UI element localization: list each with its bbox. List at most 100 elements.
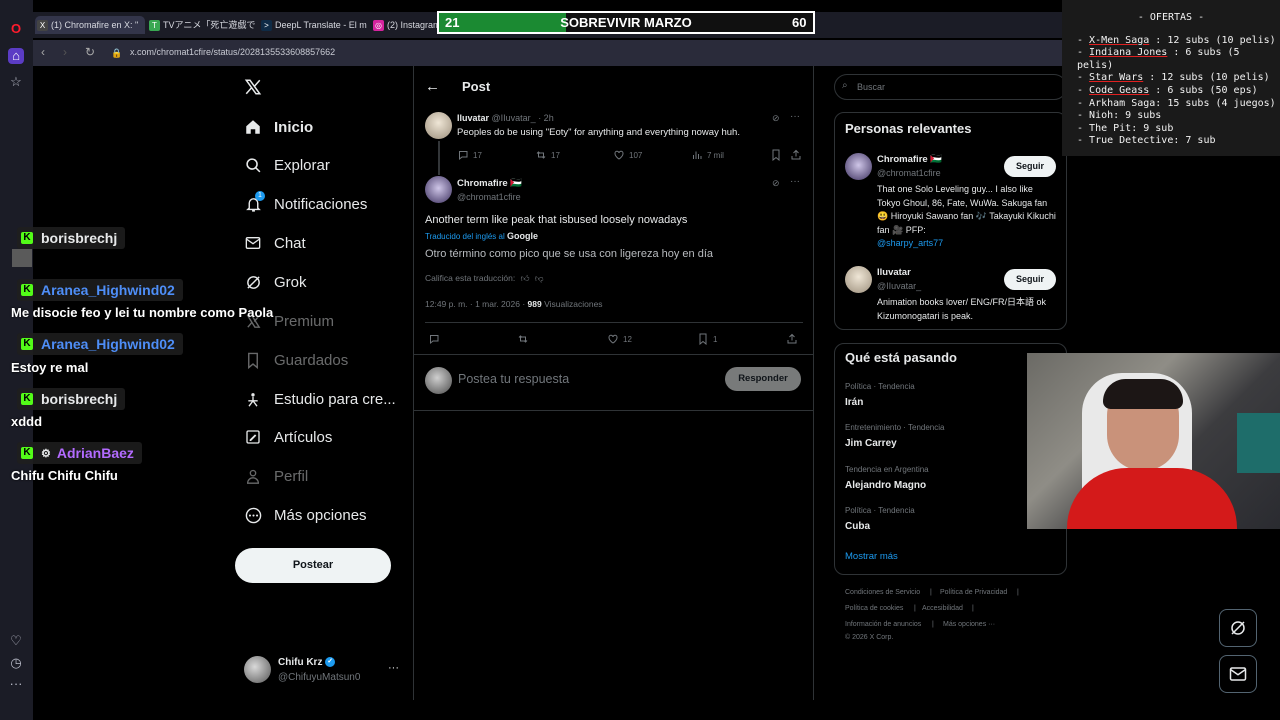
reply-input[interactable]: Postea tu respuesta [458, 372, 569, 386]
show-more-link[interactable]: Mostrar más [845, 551, 898, 562]
reply-count: 17 [473, 150, 482, 160]
like-action[interactable]: 12 [607, 333, 632, 345]
more-icon[interactable]: ··· [790, 111, 800, 122]
back-icon[interactable]: ‹ [41, 45, 45, 59]
footer-copyright: © 2026 X Corp. [845, 634, 894, 641]
notification-badge: 1 [255, 191, 265, 201]
offer-name: Arkham Saga [1089, 97, 1156, 109]
avatar[interactable] [845, 153, 872, 180]
offer-name: Nioh [1089, 110, 1114, 122]
account-menu-icon[interactable]: ··· [388, 662, 399, 674]
person-name[interactable]: Iluvatar [877, 267, 911, 278]
trend-item[interactable]: Política · Tendencia Irán [845, 382, 915, 408]
footer-link[interactable]: Condiciones de Servicio [845, 589, 920, 596]
footer-separator: | [1017, 589, 1019, 596]
opera-logo-icon[interactable]: O [8, 21, 24, 37]
nav-profile[interactable]: Perfil [244, 464, 308, 488]
search-box[interactable]: ⌕ Buscar [834, 74, 1067, 100]
translated-from-link[interactable]: Traducido del inglés al Google [425, 231, 538, 241]
avatar[interactable] [425, 112, 452, 139]
nav-label: Guardados [274, 351, 349, 369]
footer-link[interactable]: Información de anuncios [845, 621, 921, 628]
bio-link[interactable]: @sharpy_arts77 [877, 237, 1057, 251]
nav-label: Inicio [274, 118, 314, 136]
trend-item[interactable]: Política · Tendencia Cuba [845, 506, 915, 532]
author-name[interactable]: Iluvatar [457, 113, 489, 123]
timestamp[interactable]: 12:49 p. m. · 1 mar. 2026 · [425, 299, 525, 309]
divider [414, 354, 813, 355]
nav-label: Explorar [274, 156, 330, 174]
heart-icon[interactable]: ♡ [8, 633, 24, 649]
offer-name: Code Geass [1089, 84, 1150, 96]
pinboard-icon[interactable]: ☆ [8, 74, 24, 90]
offers-panel: - OFERTAS - - X-Men Saga : 12 subs (10 p… [1062, 0, 1280, 156]
views-action[interactable]: 7 mil [691, 149, 724, 161]
home-icon[interactable]: ⌂ [8, 48, 24, 64]
person-name[interactable]: Chromafire 🇵🇸 [877, 154, 942, 165]
avatar[interactable] [845, 266, 872, 293]
nav-home[interactable]: Inicio [244, 115, 313, 139]
avatar[interactable] [425, 176, 452, 203]
nav-notifications[interactable]: 1 Notificaciones [244, 191, 367, 216]
nav-chat[interactable]: Chat [244, 231, 306, 255]
like-action[interactable]: 107 [613, 149, 642, 161]
grok-icon [244, 273, 262, 291]
main-tweet-author[interactable]: Chromafire 🇵🇸 [457, 178, 522, 189]
bell-icon: 1 [244, 191, 265, 213]
footer-link[interactable]: Política de cookies [845, 605, 903, 612]
footer-link[interactable]: Política de Privacidad [940, 589, 1007, 596]
tab-label: DeepL Translate - El mejor [275, 20, 367, 30]
bookmark-action[interactable]: 1 [697, 333, 717, 345]
view-count: 989 [527, 299, 542, 309]
thumbs-down-icon[interactable]: 👎︎ [535, 273, 544, 283]
more-icon[interactable]: ··· [8, 676, 24, 692]
username-text: Aranea_Highwind02 [41, 336, 175, 352]
nav-articles[interactable]: Artículos [244, 425, 332, 449]
footer-link[interactable]: Más opciones ··· [943, 621, 995, 628]
chat-message: Me disocie feo y lei tu nombre como Paol… [11, 305, 274, 320]
reload-icon[interactable]: ↻ [85, 45, 95, 59]
x-logo-icon[interactable] [244, 78, 262, 101]
messages-fab[interactable] [1219, 655, 1257, 693]
tab-active[interactable]: X (1) Chromafire en X: " [35, 16, 145, 34]
nav-grok[interactable]: Grok [244, 270, 307, 294]
repost-action[interactable]: 17 [535, 149, 560, 161]
grok-icon[interactable]: ⊘ [772, 113, 780, 124]
grok-fab[interactable] [1219, 609, 1257, 647]
more-icon[interactable]: ··· [790, 176, 800, 187]
bookmark-action[interactable] [770, 149, 782, 161]
mail-icon [1229, 667, 1247, 681]
tab-anime[interactable]: TTVアニメ「死亡遊戯で飯を食 [147, 16, 255, 34]
url-field[interactable]: x.com/chromat1cfire/status/2028135533608… [130, 47, 335, 57]
footer-link[interactable]: Accesibilidad [922, 605, 963, 612]
post-button[interactable]: Postear [235, 548, 391, 583]
history-icon[interactable]: ◷ [8, 655, 24, 671]
nav-bookmarks[interactable]: Guardados [244, 348, 348, 372]
nav-explore[interactable]: Explorar [244, 153, 330, 177]
reply-button[interactable]: Responder [725, 367, 801, 391]
forward-icon[interactable]: › [63, 45, 67, 59]
trend-name: Irán [845, 397, 864, 408]
nav-label: Grok [274, 273, 307, 291]
share-action[interactable] [786, 333, 798, 345]
grok-icon[interactable]: ⊘ [772, 178, 780, 189]
heart-icon [608, 334, 618, 344]
back-arrow-icon[interactable]: ← [425, 78, 440, 95]
trend-item[interactable]: Tendencia en Argentina Alejandro Magno [845, 465, 929, 491]
tab-instagram[interactable]: ◎ (2) Instagram [371, 16, 437, 34]
reply-action[interactable] [428, 333, 440, 345]
repost-action[interactable] [517, 333, 529, 345]
search-input[interactable]: Buscar [857, 82, 885, 92]
thumbs-up-icon[interactable]: 👍︎ [521, 273, 530, 283]
follow-button[interactable]: Seguir [1004, 269, 1056, 290]
tab-deepl[interactable]: >DeepL Translate - El mejor [259, 16, 367, 34]
trend-item[interactable]: Entretenimiento · Tendencia Jim Carrey [845, 423, 944, 449]
translation-text: Otro término como pico que se usa con li… [425, 248, 713, 260]
offer-price: : 15 subs (4 juegos) [1155, 97, 1276, 109]
reply-action[interactable]: 17 [457, 149, 482, 161]
account-avatar[interactable] [244, 656, 271, 683]
follow-button[interactable]: Seguir [1004, 156, 1056, 177]
nav-creator-studio[interactable]: Estudio para cre... [244, 387, 396, 411]
nav-more-options[interactable]: Más opciones [244, 503, 367, 527]
share-action[interactable] [790, 149, 802, 161]
